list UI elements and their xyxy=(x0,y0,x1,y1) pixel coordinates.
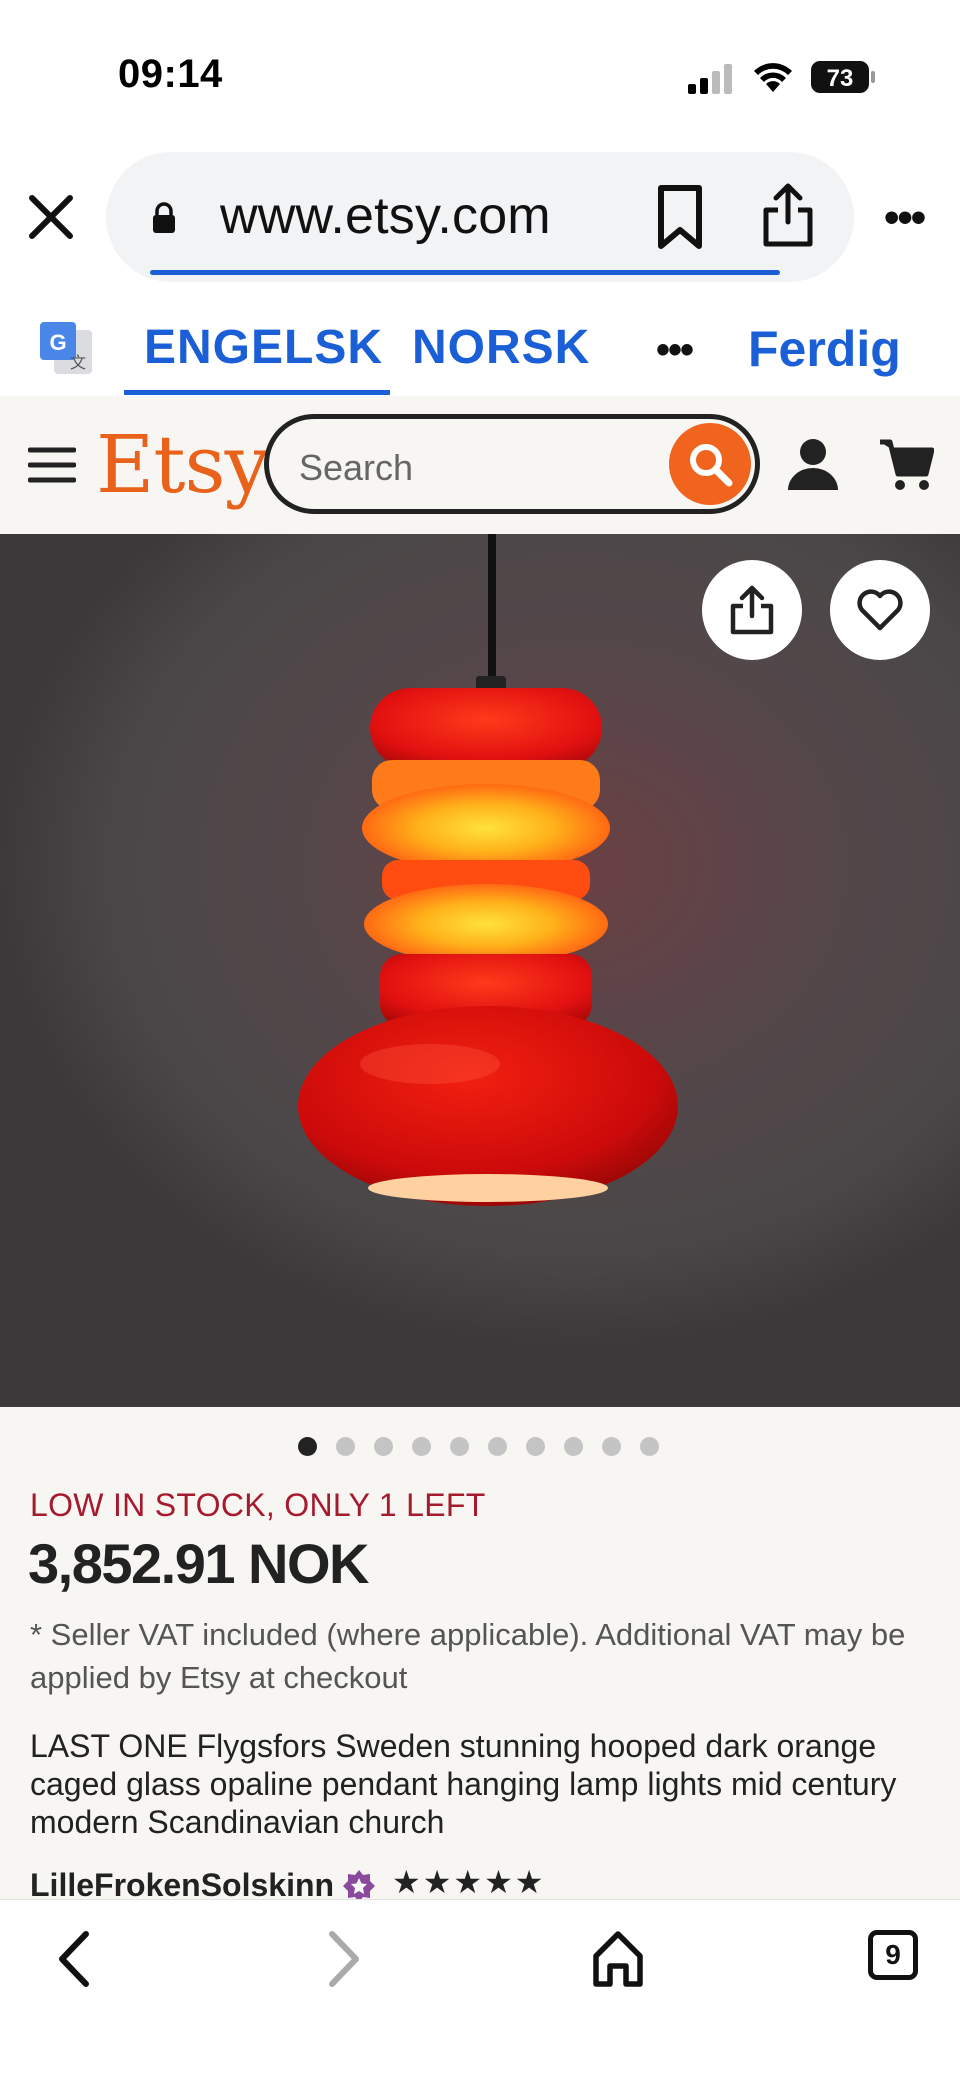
battery-level: 73 xyxy=(827,65,854,92)
seller-rating-stars[interactable]: ★★★★★ xyxy=(392,1863,545,1901)
browser-url-bar: www.etsy.com ••• xyxy=(0,140,960,290)
bookmark-icon[interactable] xyxy=(656,184,704,250)
listing-title: LAST ONE Flygsfors Sweden stunning hoope… xyxy=(30,1728,897,1840)
translate-more-icon[interactable]: ••• xyxy=(656,328,694,373)
etsy-header: Etsy Search xyxy=(0,396,960,534)
share-icon xyxy=(730,585,774,635)
cellular-signal-icon xyxy=(688,64,732,94)
star-seller-badge-icon xyxy=(343,1870,375,1902)
search-button[interactable] xyxy=(669,423,751,505)
tabs-button[interactable]: 9 xyxy=(868,1930,918,1980)
translate-source-language[interactable]: ENGELSK xyxy=(144,320,383,375)
carousel-dot[interactable] xyxy=(488,1437,507,1456)
carousel-dot[interactable] xyxy=(602,1437,621,1456)
translate-bar: G 文 ENGELSK NORSK ••• Ferdig xyxy=(0,290,960,396)
account-icon[interactable] xyxy=(786,436,840,492)
google-translate-icon[interactable]: G 文 xyxy=(40,322,94,376)
price: 3,852.91 NOK xyxy=(28,1532,369,1595)
status-bar: 09:14 73 xyxy=(0,0,960,140)
vat-note: * Seller VAT included (where applicable)… xyxy=(30,1617,906,1695)
carousel-dot[interactable] xyxy=(564,1437,583,1456)
close-icon[interactable] xyxy=(28,194,74,240)
cart-icon[interactable] xyxy=(878,436,934,492)
favorite-button[interactable] xyxy=(830,560,930,660)
carousel-dot[interactable] xyxy=(526,1437,545,1456)
share-listing-button[interactable] xyxy=(702,560,802,660)
pendant-lamp-illustration xyxy=(298,676,678,1206)
carousel-dot[interactable] xyxy=(336,1437,355,1456)
search-input[interactable]: Search xyxy=(299,447,413,489)
svg-text:文: 文 xyxy=(70,353,86,372)
wifi-icon xyxy=(754,63,792,92)
url-text[interactable]: www.etsy.com xyxy=(220,186,551,246)
back-icon[interactable] xyxy=(46,1924,106,1994)
carousel-dot[interactable] xyxy=(374,1437,393,1456)
carousel-dot[interactable] xyxy=(412,1437,431,1456)
lock-icon xyxy=(153,202,175,233)
share-icon[interactable] xyxy=(760,182,816,248)
listing-details: LOW IN STOCK, ONLY 1 LEFT 3,852.91 NOK *… xyxy=(0,1407,960,1903)
menu-icon[interactable] xyxy=(28,446,76,484)
carousel-dot[interactable] xyxy=(640,1437,659,1456)
browser-bottom-nav: 9 xyxy=(0,1899,960,2087)
active-language-indicator xyxy=(124,390,390,395)
stock-notice: LOW IN STOCK, ONLY 1 LEFT xyxy=(30,1487,486,1523)
translate-target-language[interactable]: NORSK xyxy=(412,320,590,375)
search-icon xyxy=(690,444,733,487)
status-time: 09:14 xyxy=(118,52,223,96)
more-icon[interactable]: ••• xyxy=(884,196,926,240)
home-icon[interactable] xyxy=(588,1924,648,1994)
translate-done-button[interactable]: Ferdig xyxy=(748,320,901,378)
carousel-dot[interactable] xyxy=(450,1437,469,1456)
forward-icon[interactable] xyxy=(312,1924,372,1994)
svg-text:G: G xyxy=(49,330,66,355)
etsy-logo[interactable]: Etsy xyxy=(96,418,270,511)
page-load-progress xyxy=(150,270,780,275)
carousel-dot[interactable] xyxy=(298,1437,317,1456)
product-image[interactable] xyxy=(0,534,960,1407)
search-bar[interactable]: Search xyxy=(264,414,760,514)
battery-icon: 73 xyxy=(811,61,875,93)
heart-icon xyxy=(857,589,903,631)
